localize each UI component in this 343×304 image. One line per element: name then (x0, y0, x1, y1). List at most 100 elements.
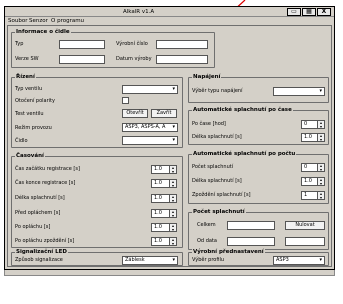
chevron-down-icon: ▾ (172, 257, 175, 263)
cidlo-label: Čidlo (15, 138, 28, 144)
casovani-spinner[interactable]: 1.0 ▴ ▾ (151, 179, 177, 188)
celkem-field[interactable] (227, 221, 275, 230)
vyber-napajeni-select[interactable]: ▾ (273, 87, 325, 96)
nulovat-button[interactable]: Nulovat (285, 221, 325, 230)
pocet-splachnuti-group: Počet splachnutí Celkem Nulovat Od data (188, 209, 329, 250)
zpozdeni-splachnuti-label: Zpoždění splachnutí [s] (192, 192, 251, 198)
typ-field[interactable] (59, 40, 105, 49)
rizeni-group-title: Řízení (15, 74, 36, 81)
otevrit-button[interactable]: Otevřít (122, 109, 148, 118)
spin-arrows-icon[interactable]: ▴ ▾ (169, 224, 176, 231)
window-title: AlkalR v1.A (123, 9, 155, 15)
chevron-down-icon: ▾ (172, 137, 175, 143)
casovani-value: 1.0 (154, 238, 162, 244)
casovani-row-label: Po opláchu zpoždění [s] (15, 238, 75, 244)
verze-sw-label: Verze SW (15, 56, 39, 62)
datum-vyroby-field[interactable] (156, 55, 208, 64)
spin-arrows-icon[interactable]: ▴ ▾ (317, 121, 324, 128)
casovani-value: 1.0 (154, 180, 162, 186)
maximize-button[interactable]: ▦ (302, 8, 316, 16)
od-data-label: Od data (197, 238, 217, 244)
zpusob-signalizace-label: Způsob signalizace (15, 257, 63, 263)
minimize-button[interactable]: ▭ (287, 8, 301, 16)
spin-arrows-icon[interactable]: ▴ ▾ (169, 238, 176, 245)
led-group: Signalizační LED Způsob signalizace Zábl… (11, 249, 183, 266)
casovani-row-label: Po opláchu [s] (15, 224, 51, 230)
verze-sw-field[interactable] (59, 55, 105, 64)
spin-arrows-icon[interactable]: ▴ ▾ (169, 166, 176, 173)
chevron-down-icon: ▾ (319, 88, 322, 94)
spin-arrows-icon[interactable]: ▴ ▾ (169, 210, 176, 217)
auto-pocet-group: Automatické splachnutí po počtu Počet sp… (188, 151, 329, 204)
casovani-spinner[interactable]: 1.0 ▴ ▾ (151, 237, 177, 246)
typ-ventilu-select[interactable]: ▾ (122, 85, 178, 94)
auto-cas-delka-spinner[interactable]: 1.0 ▴ ▾ (301, 133, 325, 142)
zpozdeni-splachnuti-spinner[interactable]: 1 ▴ ▾ (301, 191, 325, 200)
menu-senzor[interactable]: Senzor (29, 18, 48, 24)
led-group-title: Signalizační LED (15, 249, 68, 256)
rezim-provozu-label: Režim provozu (15, 125, 52, 131)
od-data-date-field[interactable] (227, 237, 275, 246)
menu-bar: Soubor Senzor O programu (5, 17, 334, 25)
pocet-splachnuti-spinner[interactable]: 0 ▴ ▾ (301, 163, 325, 172)
typ-label: Typ (15, 41, 24, 47)
rizeni-group: Řízení Typ ventilu ▾ Otočení polarity Te… (11, 74, 183, 148)
pocet-splachnuti-value: 0 (304, 164, 308, 170)
spin-arrows-icon[interactable]: ▴ ▾ (169, 180, 176, 187)
od-data-time-field[interactable] (285, 237, 325, 246)
otoceni-polarity-checkbox[interactable] (122, 97, 129, 104)
info-group-title: Informace o čidle (15, 29, 71, 36)
casovani-row-label: Délka splachnutí [s] (15, 195, 65, 201)
spin-arrows-icon[interactable]: ▴ ▾ (317, 164, 324, 171)
datum-vyroby-label: Datum výroby (116, 56, 152, 62)
casovani-row-label: Před opláchem [s] (15, 210, 61, 216)
status-bar (4, 270, 335, 276)
spin-arrows-icon[interactable]: ▴ ▾ (317, 178, 324, 185)
po-case-spinner[interactable]: 0 ▴ ▾ (301, 120, 325, 129)
cidlo-select[interactable]: ▾ (122, 136, 178, 145)
spin-arrows-icon[interactable]: ▴ ▾ (169, 195, 176, 202)
napajeni-group-title: Napájení (192, 74, 222, 81)
casovani-value: 1.0 (154, 166, 162, 172)
vyrobni-cislo-label: Výrobní číslo (116, 41, 148, 47)
casovani-spinner[interactable]: 1.0 ▴ ▾ (151, 209, 177, 218)
spin-arrows-icon[interactable]: ▴ ▾ (317, 134, 324, 141)
zavrit-button[interactable]: Zavřít (151, 109, 177, 118)
casovani-spinner[interactable]: 1.0 ▴ ▾ (151, 194, 177, 203)
casovani-row-label: Čas začátku registrace [s] (15, 166, 80, 172)
casovani-value: 1.0 (154, 210, 162, 216)
casovani-spinner[interactable]: 1.0 ▴ ▾ (151, 223, 177, 232)
chevron-down-icon: ▾ (172, 124, 175, 130)
pocet-splachnuti-label: Počet splachnutí (192, 164, 234, 170)
spin-arrows-icon[interactable]: ▴ ▾ (317, 192, 324, 199)
menu-soubor[interactable]: Soubor (8, 18, 27, 24)
casovani-spinner[interactable]: 1.0 ▴ ▾ (151, 165, 177, 174)
vyrobni-cislo-field[interactable] (156, 40, 208, 49)
main-window: AlkalR v1.A ▭ ▦ X Soubor Senzor O progra… (4, 6, 335, 270)
menu-o-programu[interactable]: O programu (51, 18, 84, 24)
zpusob-signalizace-value: Záblesk (125, 257, 145, 263)
casovani-row-label: Čas konce registrace [s] (15, 180, 76, 186)
vyber-napajeni-label: Výběr typu napájení (192, 88, 243, 94)
auto-pocet-delka-label: Délka splachnutí [s] (192, 178, 242, 184)
rezim-provozu-select[interactable]: ASP3, ASPS-A, A ▾ (122, 123, 178, 132)
pocet-splachnuti-group-title: Počet splachnutí (192, 209, 246, 216)
vyber-profilu-select[interactable]: ASP3 ▾ (273, 256, 325, 265)
vyber-profilu-label: Výběr profilu (192, 257, 225, 263)
po-case-label: Po čase [hod] (192, 121, 226, 127)
napajeni-group: Napájení Výběr typu napájení ▾ (188, 74, 329, 103)
casovani-group-title: Časování (15, 153, 45, 160)
zpozdeni-splachnuti-value: 1 (304, 192, 308, 198)
auto-pocet-delka-spinner[interactable]: 1.0 ▴ ▾ (301, 177, 325, 186)
rezim-provozu-value: ASP3, ASPS-A, A (125, 124, 166, 130)
auto-pocet-group-title: Automatické splachnutí po počtu (192, 151, 297, 158)
casovani-value: 1.0 (154, 224, 162, 230)
auto-cas-group-title: Automatické splachnutí po čase (192, 107, 293, 114)
close-button[interactable]: X (317, 8, 331, 16)
vyber-profilu-value: ASP3 (276, 257, 289, 263)
zpusob-signalizace-select[interactable]: Záblesk ▾ (122, 256, 178, 265)
content-panel: Informace o čidle Typ Výrobní číslo Verz… (7, 25, 332, 267)
auto-cas-group: Automatické splachnutí po čase Po čase [… (188, 107, 329, 145)
po-case-value: 0 (304, 121, 308, 127)
auto-pocet-delka-value: 1.0 (304, 178, 312, 184)
